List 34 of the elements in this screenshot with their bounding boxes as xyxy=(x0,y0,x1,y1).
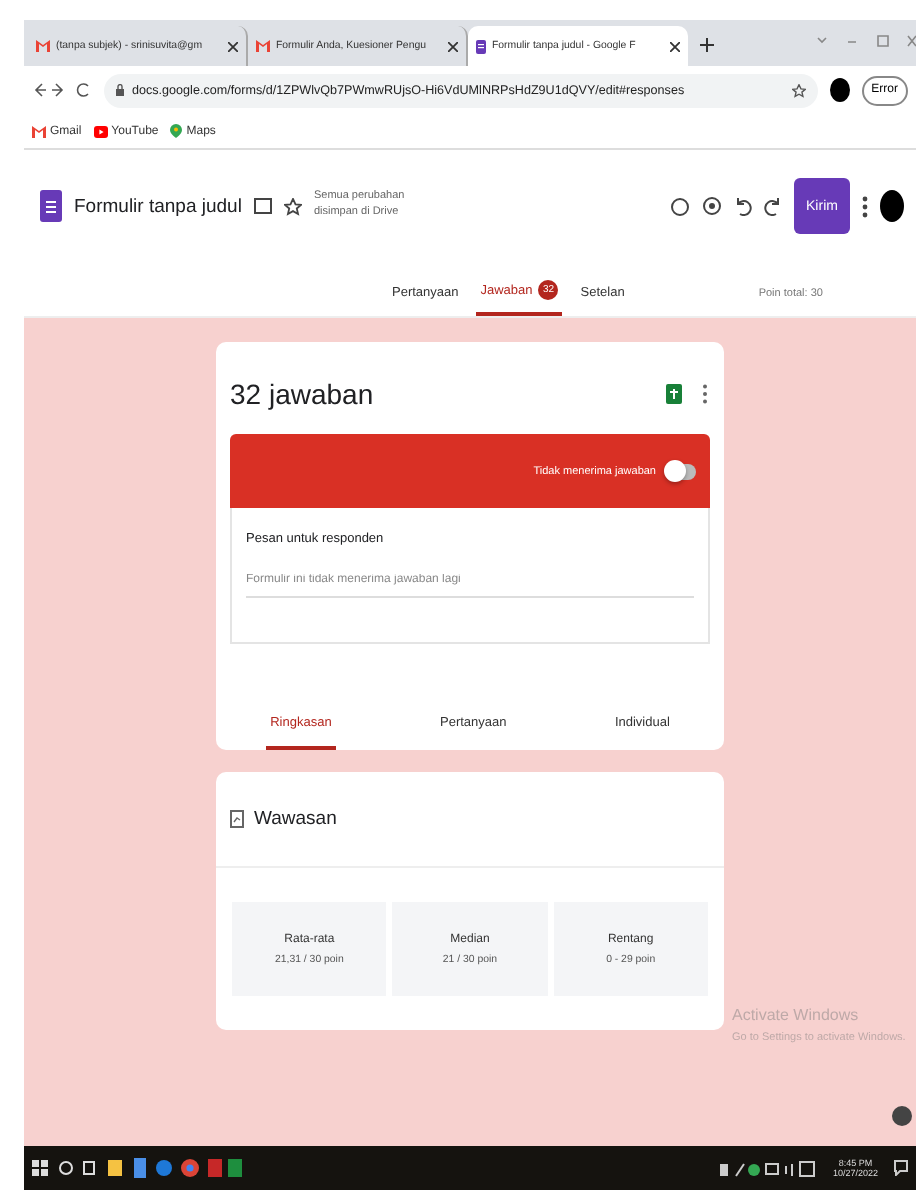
mail-icon xyxy=(36,40,50,52)
undo-icon[interactable] xyxy=(734,196,752,216)
mail-icon xyxy=(256,40,270,52)
avatar-icon[interactable] xyxy=(880,190,904,222)
profile-avatar-icon[interactable] xyxy=(829,78,850,102)
eye-icon[interactable] xyxy=(702,196,722,216)
form-icon xyxy=(476,39,486,53)
help-button[interactable] xyxy=(892,1106,912,1126)
close-icon[interactable] xyxy=(228,41,238,51)
chart-icon xyxy=(230,810,244,828)
star-icon[interactable] xyxy=(791,83,806,97)
form-logo-icon xyxy=(40,190,62,222)
form-title[interactable]: Formulir tanpa judul xyxy=(74,195,242,217)
navigation-icon[interactable] xyxy=(32,82,92,98)
play-icon xyxy=(93,125,108,137)
lock-icon xyxy=(116,84,124,96)
mail-icon xyxy=(32,125,46,137)
notification-icon[interactable] xyxy=(894,1160,908,1176)
redo-icon[interactable] xyxy=(764,196,782,216)
close-icon[interactable] xyxy=(670,41,680,51)
more-icon[interactable] xyxy=(862,195,868,217)
insights-title: Wawasan xyxy=(254,808,337,830)
response-count: 32 jawaban xyxy=(230,378,374,410)
star-icon[interactable] xyxy=(283,197,302,215)
map-pin-icon xyxy=(170,124,183,138)
close-icon[interactable] xyxy=(448,41,458,51)
folder-icon[interactable] xyxy=(253,198,272,214)
accepting-switch[interactable] xyxy=(668,463,696,479)
taskbar-icons-drawing[interactable] xyxy=(32,1156,242,1180)
new-tab-icon[interactable] xyxy=(700,38,714,52)
activation-title: Activate Windows xyxy=(732,1006,861,1024)
spreadsheet-icon[interactable] xyxy=(666,384,682,404)
tray-icons-drawing[interactable] xyxy=(720,1159,817,1177)
more-icon[interactable] xyxy=(702,384,708,404)
